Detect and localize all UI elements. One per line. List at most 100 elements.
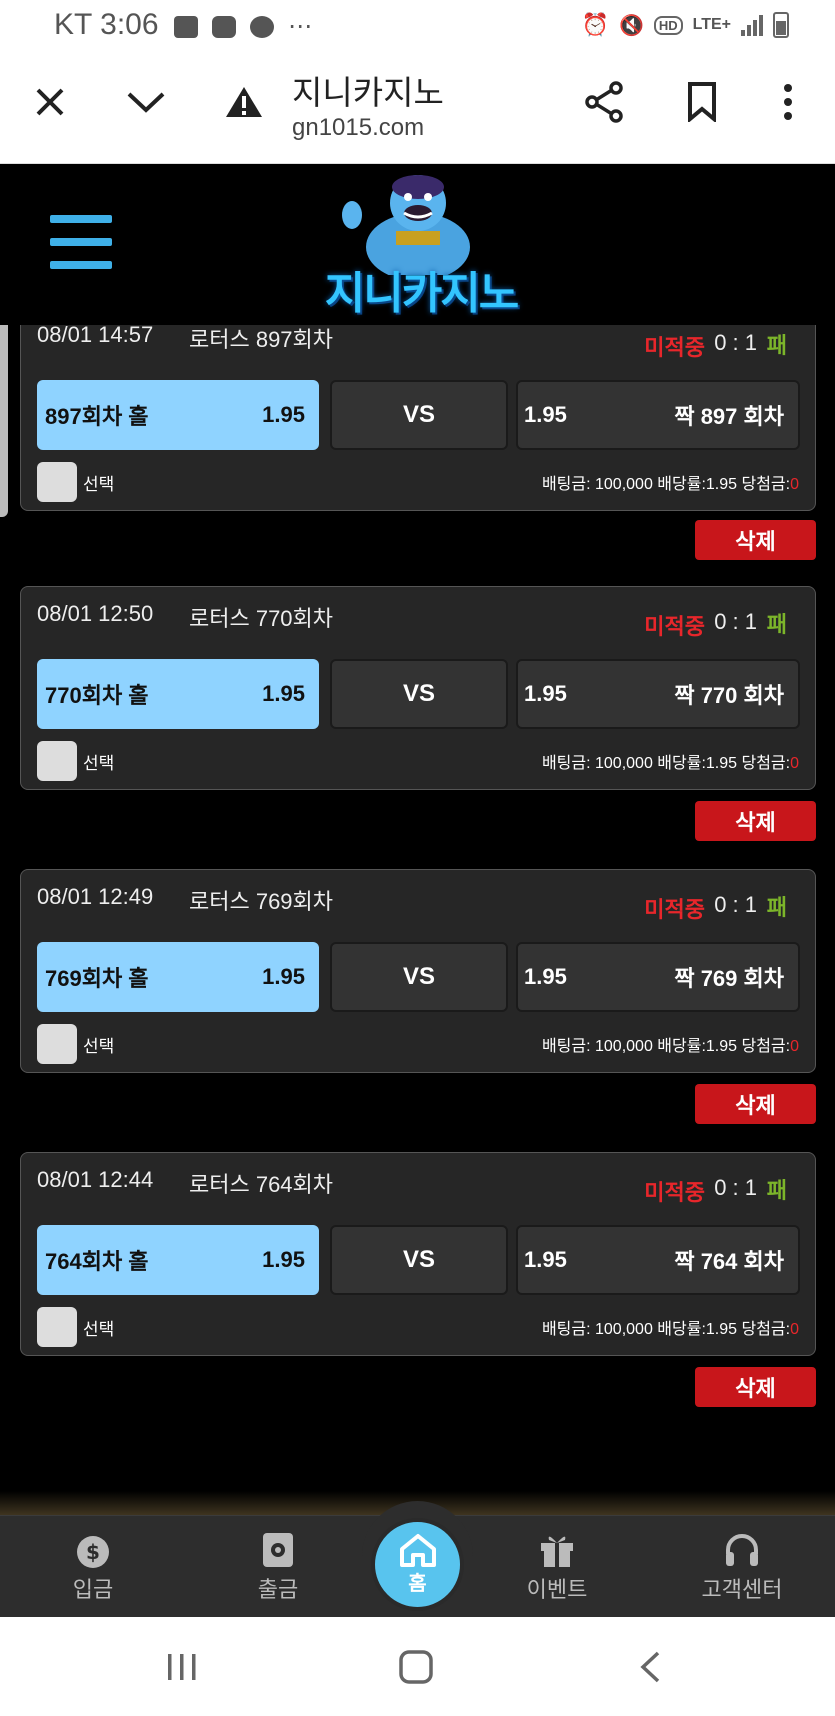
warning-icon[interactable] (222, 80, 266, 124)
bet-game: 로터스 769회차 (189, 889, 334, 914)
bet-game: 로터스 770회차 (189, 606, 334, 631)
nav-event[interactable]: 이벤트 (497, 1530, 617, 1604)
bet-result: 패 (766, 895, 787, 920)
bet-datetime: 08/01 14:57 (37, 322, 154, 347)
win-amount: 0 (790, 1038, 799, 1055)
status-time: KT 3:06 (54, 8, 159, 41)
site-logo[interactable]: 지니카지노 (296, 165, 546, 325)
home-pick[interactable]: 764회차 홀 1.95 (37, 1225, 319, 1295)
bookmark-icon[interactable] (680, 80, 724, 124)
away-pick[interactable]: 1.95 짝 769 회차 (516, 942, 800, 1012)
home-icon (399, 1534, 436, 1567)
home-system-icon[interactable] (394, 1645, 438, 1689)
select-checkbox[interactable] (37, 1024, 77, 1064)
home-pick[interactable]: 769회차 홀 1.95 (37, 942, 319, 1012)
vs-label: VS (330, 380, 508, 450)
share-icon[interactable] (582, 80, 626, 124)
bet-result: 패 (766, 333, 787, 358)
select-label: 선택 (83, 754, 115, 773)
win-amount: 0 (790, 755, 799, 772)
page-content: 지니카지노 08/01 14:57 로터스 897회차 미적중 0 : 1 패 … (0, 165, 835, 1617)
bet-score: 0 : 1 (714, 609, 757, 634)
select-checkbox[interactable] (37, 1307, 77, 1347)
bet-score: 0 : 1 (714, 330, 757, 355)
bet-info: 배팅금: 100,000 배당률:1.95 당첨금:0 (541, 476, 799, 493)
delete-button[interactable]: 삭제 (695, 1367, 816, 1407)
system-nav-bar (0, 1617, 835, 1716)
away-pick[interactable]: 1.95 짝 764 회차 (516, 1225, 800, 1295)
chevron-down-icon[interactable] (124, 80, 168, 124)
win-amount: 0 (790, 1321, 799, 1338)
bet-status: 미적중 (644, 614, 705, 639)
bet-result: 패 (766, 1178, 787, 1203)
select-label: 선택 (83, 1320, 115, 1339)
home-pick[interactable]: 897회차 홀 1.95 (37, 380, 319, 450)
bet-card: 08/01 14:57 로터스 897회차 미적중 0 : 1 패 897회차 … (20, 307, 816, 511)
delete-button[interactable]: 삭제 (695, 1084, 816, 1124)
nav-event-label: 이벤트 (526, 1577, 588, 1602)
bet-datetime: 08/01 12:49 (37, 884, 154, 909)
bet-status: 미적중 (644, 335, 705, 360)
vs-label: VS (330, 942, 508, 1012)
battery-icon (773, 12, 789, 38)
nav-home-label: 홈 (408, 1573, 427, 1595)
bet-info: 배팅금: 100,000 배당률:1.95 당첨금:0 (541, 1321, 799, 1338)
bet-info: 배팅금: 100,000 배당률:1.95 당첨금:0 (541, 755, 799, 772)
nav-support-label: 고객센터 (701, 1577, 783, 1602)
alarm-icon: ⏰ (581, 12, 609, 37)
lte-icon: LTE+ (692, 16, 731, 33)
vs-label: VS (330, 1225, 508, 1295)
nav-support[interactable]: 고객센터 (682, 1530, 802, 1604)
nav-deposit-label: 입금 (72, 1577, 114, 1602)
nav-deposit[interactable]: $ 입금 (33, 1530, 153, 1604)
win-amount: 0 (790, 476, 799, 493)
site-header: 지니카지노 (0, 165, 835, 325)
browser-toolbar: 지니카지노 gn1015.com (0, 50, 835, 164)
menu-icon[interactable] (50, 215, 112, 269)
select-checkbox[interactable] (37, 462, 77, 502)
home-pick[interactable]: 770회차 홀 1.95 (37, 659, 319, 729)
recent-apps-icon[interactable] (160, 1645, 204, 1689)
bet-status: 미적중 (644, 1180, 705, 1205)
bet-result: 패 (766, 612, 787, 637)
bet-status: 미적중 (644, 897, 705, 922)
close-icon[interactable] (28, 80, 72, 124)
bet-card: 08/01 12:49 로터스 769회차 미적중 0 : 1 패 769회차 … (20, 869, 816, 1073)
bet-score: 0 : 1 (714, 892, 757, 917)
site-title: 지니카지노 (292, 74, 444, 111)
more-vertical-icon[interactable] (766, 80, 810, 124)
status-bar: KT 3:06 ⋯ ⏰ 🔇 HD LTE+ (0, 0, 835, 50)
site-url[interactable]: gn1015.com (292, 114, 424, 142)
svg-text:$: $ (86, 1540, 100, 1564)
nav-withdraw[interactable]: 출금 (218, 1530, 338, 1604)
bet-game: 로터스 897회차 (189, 327, 334, 352)
youtube-icon (212, 15, 236, 38)
bet-card: 08/01 12:50 로터스 770회차 미적중 0 : 1 패 770회차 … (20, 586, 816, 790)
gift-icon (537, 1530, 577, 1570)
signal-icon (741, 14, 763, 36)
away-pick[interactable]: 1.95 짝 897 회차 (516, 380, 800, 450)
money-bag-icon: $ (73, 1530, 113, 1570)
safe-icon (258, 1530, 298, 1570)
logo-text: 지니카지노 (324, 268, 519, 319)
bet-game: 로터스 764회차 (189, 1172, 334, 1197)
image-icon (174, 15, 198, 38)
nav-home[interactable]: 홈 (371, 1518, 464, 1611)
bet-card: 08/01 12:44 로터스 764회차 미적중 0 : 1 패 764회차 … (20, 1152, 816, 1356)
delete-button[interactable]: 삭제 (695, 801, 816, 841)
back-icon[interactable] (628, 1645, 672, 1689)
bet-info: 배팅금: 100,000 배당률:1.95 당첨금:0 (541, 1038, 799, 1055)
bet-score: 0 : 1 (714, 1175, 757, 1200)
select-checkbox[interactable] (37, 741, 77, 781)
more-icon: ⋯ (288, 13, 314, 40)
away-pick[interactable]: 1.95 짝 770 회차 (516, 659, 800, 729)
bet-datetime: 08/01 12:50 (37, 601, 154, 626)
select-label: 선택 (83, 1037, 115, 1056)
vs-label: VS (330, 659, 508, 729)
mute-icon: 🔇 (618, 14, 644, 37)
headset-icon (722, 1530, 762, 1570)
bet-datetime: 08/01 12:44 (37, 1167, 154, 1192)
nav-withdraw-label: 출금 (257, 1577, 299, 1602)
delete-button[interactable]: 삭제 (695, 520, 816, 560)
hd-icon: HD (653, 15, 683, 35)
